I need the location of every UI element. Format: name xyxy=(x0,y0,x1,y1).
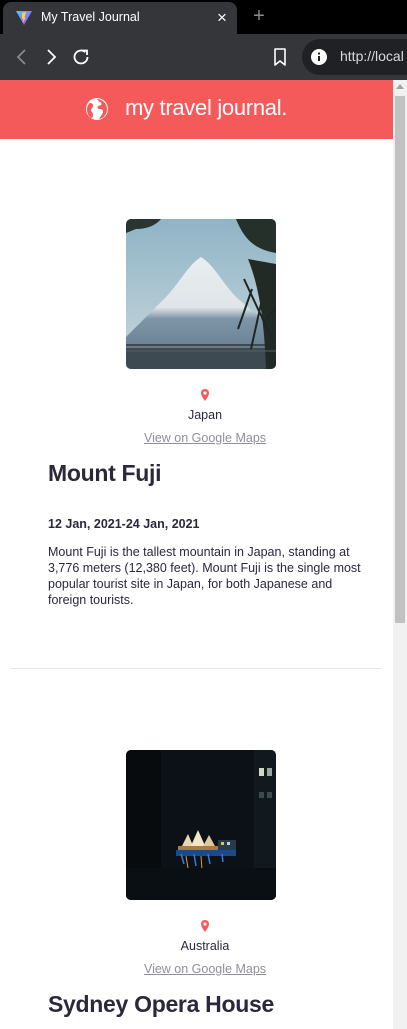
address-bar[interactable]: http://local xyxy=(302,39,407,75)
google-maps-link[interactable]: View on Google Maps xyxy=(0,431,393,445)
entry-title: Sydney Opera House xyxy=(48,991,274,1017)
entry-description: Mount Fuji is the tallest mountain in Ja… xyxy=(48,545,361,607)
location-pin-icon xyxy=(201,920,209,932)
browser-tab-bar: My Travel Journal × + xyxy=(0,0,407,34)
entry-image-mount-fuji xyxy=(126,219,276,369)
page-scrollbar[interactable] xyxy=(393,80,407,1029)
entry-title: Mount Fuji xyxy=(48,460,162,486)
entry-dates: 12 Jan, 2021-24 Jan, 2021 xyxy=(48,517,200,531)
page-viewport: my travel journal. Japan View on Google … xyxy=(0,80,393,1029)
scroll-up-arrow-icon[interactable] xyxy=(396,84,404,89)
url-text[interactable]: http://local xyxy=(340,48,404,64)
scrollbar-thumb[interactable] xyxy=(395,96,405,623)
browser-tab[interactable]: My Travel Journal × xyxy=(3,2,237,34)
entry-image-sydney-opera-house xyxy=(126,750,276,900)
back-icon[interactable] xyxy=(10,45,34,69)
browser-toolbar: http://local xyxy=(0,34,407,80)
new-tab-button[interactable]: + xyxy=(250,5,268,27)
google-maps-link[interactable]: View on Google Maps xyxy=(0,962,393,976)
tab-title: My Travel Journal xyxy=(41,10,140,24)
bookmark-icon[interactable] xyxy=(269,45,291,69)
globe-icon xyxy=(86,98,108,120)
entry-divider xyxy=(10,668,382,669)
info-icon[interactable] xyxy=(310,48,328,66)
location-pin-icon xyxy=(201,389,209,401)
vite-favicon-icon xyxy=(16,11,32,25)
tab-close-button[interactable]: × xyxy=(214,8,230,28)
reload-icon[interactable] xyxy=(69,45,93,69)
entry-country: Japan xyxy=(187,408,223,422)
entry-country: Australia xyxy=(180,939,230,953)
site-header: my travel journal. xyxy=(0,80,393,139)
site-title: my travel journal. xyxy=(125,95,288,120)
forward-icon[interactable] xyxy=(39,45,63,69)
